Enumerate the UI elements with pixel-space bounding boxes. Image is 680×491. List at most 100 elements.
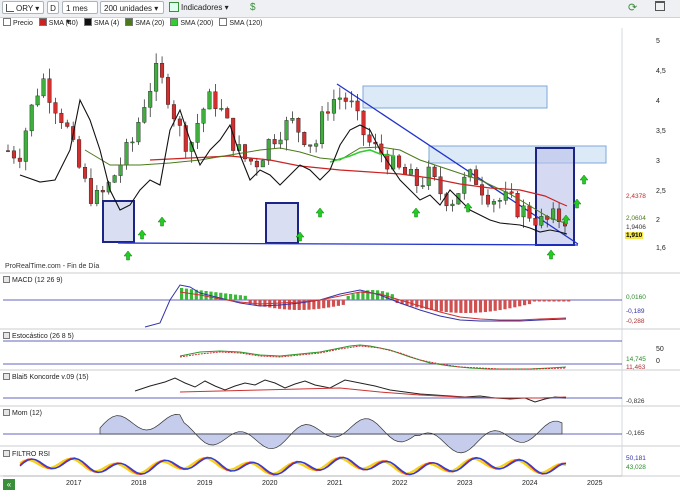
- refresh-button[interactable]: ⟳: [628, 1, 642, 15]
- candle-body: [177, 118, 182, 126]
- macd-bar: [444, 300, 448, 313]
- y-tick: 1,6: [656, 245, 666, 252]
- candle-body: [432, 166, 437, 178]
- panel-title-macd[interactable]: MACD (12 26 9): [3, 276, 63, 285]
- candle-body: [29, 104, 34, 132]
- legend-item-sma-20[interactable]: SMA (20): [125, 18, 164, 29]
- candle-body: [112, 175, 117, 183]
- candle-body: [491, 201, 496, 205]
- rsi-value-tag: 50,181: [626, 455, 646, 462]
- macd-bar: [474, 300, 478, 313]
- x-tick: 2022: [392, 480, 408, 487]
- legend-item-sma-200[interactable]: SMA (200): [170, 18, 213, 29]
- candle-body: [65, 122, 70, 127]
- candle-body: [355, 100, 360, 112]
- macd-bar: [542, 300, 546, 302]
- data-credit: ProRealTime.com - Fin de Día: [5, 263, 100, 270]
- chart-canvas[interactable]: [0, 17, 680, 491]
- candle-body: [248, 158, 253, 162]
- candle-body: [207, 91, 212, 110]
- macd-bar: [346, 296, 350, 300]
- candle-body: [397, 155, 402, 168]
- x-tick: 2024: [522, 480, 538, 487]
- macd-value-tag: -0,189: [626, 308, 645, 315]
- candle-body: [266, 139, 271, 161]
- candle-body: [272, 139, 277, 145]
- candle-body: [485, 194, 490, 205]
- panel-swatch: [3, 409, 10, 416]
- macd-bar: [459, 300, 463, 313]
- macd-bar: [317, 300, 321, 309]
- y-tick: 50: [656, 346, 664, 353]
- candle-body: [290, 118, 295, 121]
- candle-body: [142, 107, 147, 123]
- candle-body: [254, 160, 259, 168]
- stochastic-value-tag: 14,745: [626, 356, 646, 363]
- candle-body: [539, 216, 544, 226]
- panel-swatch: [3, 373, 10, 380]
- scroll-back-button[interactable]: «: [3, 479, 15, 490]
- legend-swatch: [83, 18, 92, 26]
- candle-body: [314, 143, 319, 147]
- stochastic-d-line: [179, 345, 567, 370]
- panel-title-momentum[interactable]: Mom (12): [3, 409, 42, 418]
- window-button[interactable]: [655, 1, 669, 15]
- panel-title-koncorde[interactable]: Blai5 Koncorde v.09 (15): [3, 373, 89, 382]
- x-tick: 2017: [66, 480, 82, 487]
- candle-body: [474, 169, 479, 185]
- candle-body: [527, 205, 532, 219]
- chart-icon: [6, 4, 14, 12]
- legend-item-sma-4[interactable]: SMA (4): [83, 18, 119, 29]
- macd-bar: [429, 300, 434, 311]
- legend-item-sma-40[interactable]: SMA (40): [38, 18, 78, 29]
- symbol-selector[interactable]: ORY ▾: [2, 1, 44, 14]
- units-label: 200 unidades: [104, 4, 153, 13]
- legend-swatch: [38, 18, 47, 26]
- resistance-zone: [428, 145, 607, 164]
- candle-body: [77, 139, 82, 168]
- candle-body: [201, 108, 206, 124]
- candle-body: [148, 91, 153, 108]
- money-bag-icon: $: [250, 2, 256, 13]
- macd-bar: [523, 300, 527, 306]
- panel-title-stochastic[interactable]: Estocástico (26 8 5): [3, 332, 74, 341]
- indicators-icon: [169, 2, 179, 12]
- legend-item-precio[interactable]: Precio: [3, 18, 33, 29]
- macd-bar: [243, 295, 247, 300]
- macd-bar: [292, 300, 296, 310]
- candle-body: [83, 167, 88, 179]
- macd-bar: [327, 300, 331, 308]
- candle-body: [557, 208, 562, 222]
- macd-bar: [547, 300, 551, 302]
- candle-body: [35, 95, 40, 106]
- indicators-button[interactable]: Indicadores ▾: [169, 1, 243, 15]
- candle-body: [88, 178, 93, 204]
- momentum-line: [99, 414, 563, 454]
- macd-bar: [341, 300, 345, 305]
- panel-swatch: [3, 276, 10, 283]
- units-select[interactable]: 200 unidades ▾: [100, 1, 164, 14]
- legend-swatch: [170, 18, 179, 26]
- macd-line: [144, 284, 567, 328]
- candle-body: [260, 160, 265, 168]
- candle-body: [17, 157, 22, 162]
- candle-body: [47, 78, 52, 103]
- interval-select[interactable]: 1 mes ▾: [62, 1, 98, 26]
- candle-body: [308, 144, 313, 147]
- chevron-down-icon: ▾: [154, 4, 159, 13]
- candle-body: [320, 111, 325, 144]
- candle-body: [284, 120, 289, 141]
- candle-body: [408, 169, 413, 175]
- legend-item-sma-120[interactable]: SMA (120): [219, 18, 262, 29]
- money-bag-button[interactable]: $: [250, 1, 264, 15]
- macd-bar: [464, 300, 468, 313]
- candle-body: [195, 123, 200, 143]
- chevron-down-icon: ▾: [35, 4, 40, 13]
- candle-body: [59, 112, 64, 123]
- panel-title-filtro-rsi[interactable]: FILTRO RSI: [3, 450, 50, 459]
- y-tick: 3,5: [656, 128, 666, 135]
- momentum-value-tag: -0,165: [626, 430, 645, 437]
- window-icon: [655, 1, 665, 11]
- period-button[interactable]: D: [47, 1, 59, 14]
- candle-body: [100, 190, 105, 193]
